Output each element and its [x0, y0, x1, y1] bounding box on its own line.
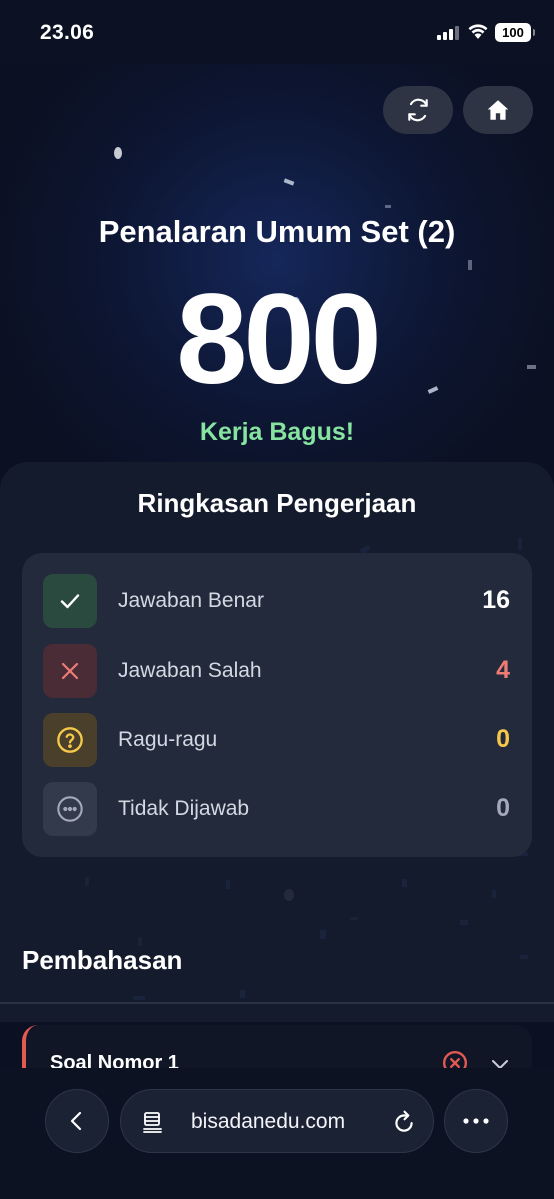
stat-label-doubt: Ragu-ragu	[118, 728, 218, 751]
wifi-icon	[468, 24, 488, 39]
stat-value-wrong: 4	[496, 656, 510, 684]
score-value: 800	[176, 268, 382, 411]
status-bar: 23.06 100	[0, 0, 554, 64]
check-icon	[43, 574, 97, 628]
stat-row-doubt: Ragu-ragu 0	[22, 713, 532, 767]
page-icon[interactable]	[141, 1110, 165, 1134]
cellular-signal-icon	[437, 26, 459, 40]
refresh-icon	[408, 98, 428, 122]
summary-title: Ringkasan Pengerjaan	[137, 488, 417, 518]
stat-label-wrong: Jawaban Salah	[118, 659, 262, 682]
battery-indicator: 100	[495, 23, 535, 42]
stat-value-correct: 16	[482, 586, 510, 614]
address-bar[interactable]: bisadanedu.com	[120, 1089, 434, 1153]
stat-label-unanswered: Tidak Dijawab	[118, 797, 250, 820]
question-circle-icon	[43, 713, 97, 767]
more-button[interactable]	[444, 1089, 508, 1153]
back-button[interactable]	[45, 1089, 109, 1153]
stat-row-unanswered: Tidak Dijawab 0	[22, 782, 532, 836]
home-button[interactable]	[463, 86, 533, 134]
section-divider	[0, 1002, 554, 1004]
praise-message: Kerja Bagus!	[199, 418, 355, 446]
stat-value-unanswered: 0	[496, 794, 510, 822]
status-time: 23.06	[40, 21, 95, 44]
reload-icon[interactable]	[391, 1109, 417, 1135]
retry-button[interactable]	[383, 86, 453, 134]
stat-row-wrong: Jawaban Salah 4	[22, 644, 532, 698]
chevron-left-icon	[70, 1111, 82, 1131]
summary-stats: Jawaban Benar 16 Jawaban Salah 4 Ragu-ra…	[22, 553, 532, 857]
ellipsis-icon	[463, 1118, 489, 1124]
ellipsis-circle-icon	[43, 782, 97, 836]
stat-value-doubt: 0	[496, 725, 510, 753]
url-text[interactable]: bisadanedu.com	[191, 1110, 345, 1134]
discussion-title: Pembahasan	[22, 945, 183, 975]
quiz-title: Penalaran Umum Set (2)	[98, 214, 456, 249]
stat-row-correct: Jawaban Benar 16	[22, 574, 532, 628]
stat-label-correct: Jawaban Benar	[118, 589, 264, 612]
x-icon	[43, 644, 97, 698]
home-icon	[487, 100, 509, 120]
